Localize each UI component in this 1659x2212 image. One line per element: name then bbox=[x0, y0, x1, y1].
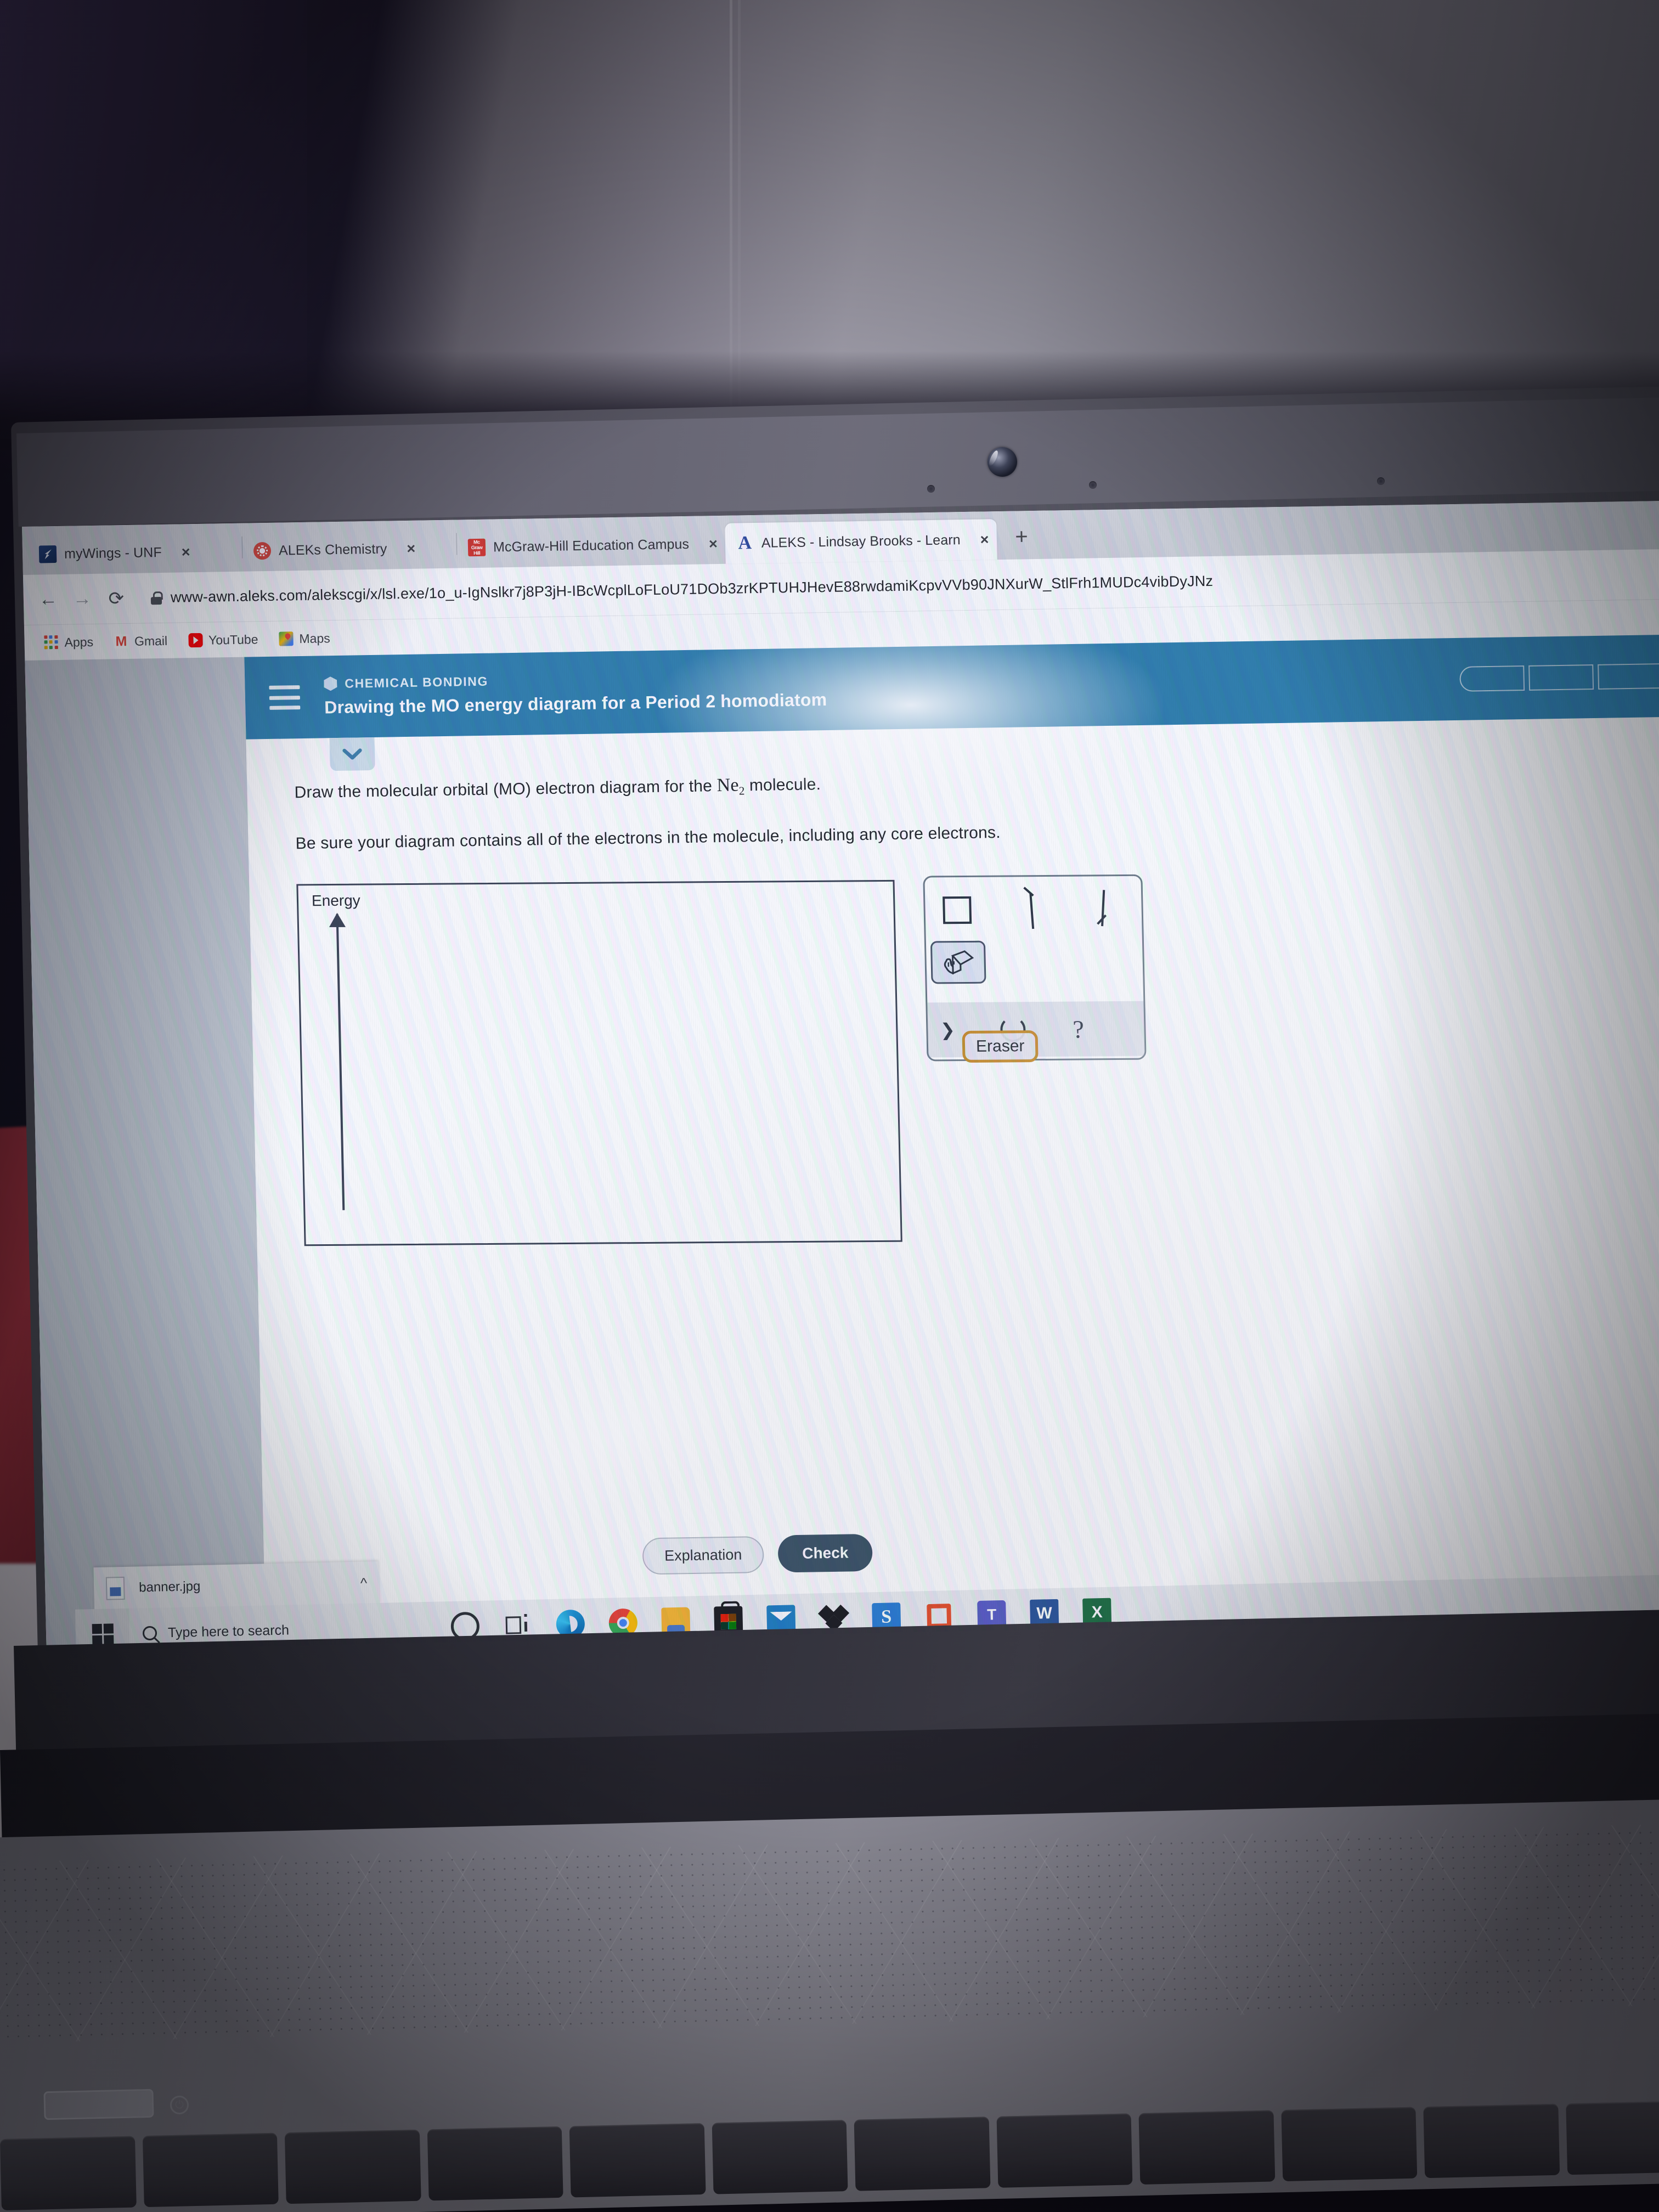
keyboard-key[interactable] bbox=[569, 2123, 706, 2198]
header-button-3[interactable] bbox=[1598, 663, 1659, 690]
up-arrow-icon bbox=[336, 913, 345, 1210]
eraser-hand-tool-button[interactable] bbox=[930, 940, 986, 984]
keyboard-key[interactable] bbox=[712, 2120, 848, 2194]
apps-grid-icon bbox=[44, 635, 59, 650]
workspace-row: Energy ❯ ? Eraser bbox=[249, 864, 1659, 1249]
bookmark-label: Gmail bbox=[134, 633, 168, 648]
keyboard-key[interactable] bbox=[996, 2113, 1133, 2188]
tab-close-icon[interactable]: × bbox=[709, 535, 718, 552]
browser-tab-aleks-learn[interactable]: A ALEKS - Lindsay Brooks - Learn × bbox=[725, 519, 997, 564]
keyboard-key[interactable] bbox=[427, 2126, 563, 2201]
question-line-2: Be sure your diagram contains all of the… bbox=[295, 823, 1001, 853]
eraser-hand-icon bbox=[944, 950, 974, 974]
molecule-subscript: 2 bbox=[738, 784, 745, 798]
download-file-name[interactable]: banner.jpg bbox=[139, 1579, 201, 1595]
speaker-grill-pattern bbox=[0, 1822, 1659, 2044]
back-button[interactable]: ← bbox=[31, 582, 65, 617]
laptop-screen: myWings - UNF × ALEKs Chemistry × Mc Graw… bbox=[22, 500, 1659, 1651]
keyboard-key[interactable] bbox=[1138, 2110, 1275, 2185]
fingerprint-reader bbox=[43, 2089, 154, 2120]
topic-eyebrow: CHEMICAL BONDING bbox=[324, 668, 827, 691]
bookmark-maps[interactable]: Maps bbox=[271, 628, 338, 648]
keyboard-key[interactable] bbox=[1280, 2107, 1418, 2182]
tab-title: McGraw-Hill Education Campus bbox=[493, 536, 690, 555]
page-left-gutter bbox=[25, 657, 266, 1651]
eraser-tooltip: Eraser bbox=[962, 1030, 1039, 1063]
youtube-icon bbox=[188, 633, 203, 648]
question-line-1: Draw the molecular orbital (MO) electron… bbox=[294, 756, 1659, 807]
search-icon bbox=[142, 1626, 157, 1641]
keyboard-key[interactable] bbox=[1565, 2100, 1659, 2175]
tab-close-icon[interactable]: × bbox=[181, 544, 190, 561]
keyboard-key[interactable] bbox=[142, 2132, 279, 2208]
bookmark-label: YouTube bbox=[208, 631, 258, 647]
browser-tab-mywings[interactable]: myWings - UNF × bbox=[27, 531, 242, 575]
bookmark-label: Maps bbox=[299, 630, 330, 646]
web-page: CHEMICAL BONDING Drawing the MO energy d… bbox=[25, 634, 1659, 1651]
drawing-tool-palette: ❯ ? Eraser bbox=[923, 874, 1147, 1063]
mo-diagram-canvas[interactable]: Energy bbox=[296, 879, 902, 1246]
gmail-icon bbox=[114, 634, 129, 649]
header-button-group bbox=[1459, 663, 1659, 692]
arrow-up-icon[interactable] bbox=[1020, 889, 1043, 930]
bookmark-label: Apps bbox=[64, 634, 94, 650]
topic-label: CHEMICAL BONDING bbox=[345, 674, 489, 691]
tab-title: myWings - UNF bbox=[64, 544, 162, 562]
google-maps-icon bbox=[279, 631, 294, 646]
photo-scene: myWings - UNF × ALEKs Chemistry × Mc Graw… bbox=[0, 0, 1659, 2212]
windows-start-icon bbox=[92, 1623, 114, 1645]
keyboard-key[interactable] bbox=[284, 2129, 421, 2204]
question-mark-icon[interactable]: ? bbox=[1073, 1014, 1085, 1043]
bookmark-gmail[interactable]: Gmail bbox=[106, 631, 176, 651]
microphone-hole bbox=[1089, 481, 1097, 489]
header-button-2[interactable] bbox=[1528, 664, 1594, 691]
molecule-formula: Ne bbox=[716, 775, 740, 796]
lock-icon bbox=[151, 591, 162, 605]
question-text-b: molecule. bbox=[744, 775, 821, 795]
chevron-right-icon[interactable]: ❯ bbox=[935, 1019, 960, 1040]
aleks-app: CHEMICAL BONDING Drawing the MO energy d… bbox=[244, 634, 1659, 1650]
new-tab-button[interactable]: + bbox=[1015, 524, 1028, 549]
bookmark-youtube[interactable]: YouTube bbox=[180, 630, 266, 650]
keyboard-key[interactable] bbox=[854, 2117, 990, 2191]
expand-panel-button[interactable] bbox=[329, 737, 375, 771]
browser-tab-mcgraw-hill[interactable]: Mc Graw Hill McGraw-Hill Education Campus … bbox=[456, 523, 725, 568]
mywings-icon bbox=[38, 545, 57, 563]
microphone-hole bbox=[1377, 477, 1385, 485]
image-file-icon bbox=[105, 1576, 125, 1600]
chevron-down-icon bbox=[342, 748, 362, 760]
tab-title: ALEKs Chemistry bbox=[278, 541, 387, 558]
hamburger-menu-icon[interactable] bbox=[269, 685, 301, 710]
page-title: Drawing the MO energy diagram for a Peri… bbox=[324, 689, 827, 717]
hexagon-bullet-icon bbox=[324, 676, 337, 691]
microphone-hole bbox=[927, 485, 935, 493]
energy-axis-label: Energy bbox=[311, 891, 361, 909]
chevron-up-icon[interactable]: ^ bbox=[360, 1575, 368, 1592]
tab-title: ALEKS - Lindsay Brooks - Learn bbox=[761, 532, 961, 551]
forward-button[interactable]: → bbox=[65, 582, 99, 616]
tab-close-icon[interactable]: × bbox=[407, 540, 415, 557]
aleks-chemistry-icon bbox=[253, 541, 272, 560]
download-shelf: banner.jpg ^ bbox=[93, 1561, 380, 1611]
palette-row-tools bbox=[924, 876, 1142, 943]
question-area: Draw the molecular orbital (MO) electron… bbox=[246, 716, 1659, 856]
keyboard-key[interactable] bbox=[0, 2136, 137, 2211]
tab-close-icon[interactable]: × bbox=[980, 531, 989, 548]
aleks-a-icon: A bbox=[738, 533, 752, 554]
bookmark-apps[interactable]: Apps bbox=[36, 632, 101, 652]
header-button-1[interactable] bbox=[1459, 665, 1525, 692]
mcgraw-hill-icon: Mc Graw Hill bbox=[467, 538, 486, 557]
arrow-down-icon[interactable] bbox=[1092, 889, 1115, 929]
browser-tab-aleks-chemistry[interactable]: ALEKs Chemistry × bbox=[242, 528, 457, 572]
square-outline-icon[interactable] bbox=[943, 896, 972, 924]
keyboard-key[interactable] bbox=[1423, 2103, 1560, 2179]
search-placeholder: Type here to search bbox=[167, 1622, 290, 1640]
reload-button[interactable]: ⟳ bbox=[99, 581, 133, 616]
question-text-a: Draw the molecular orbital (MO) electron… bbox=[294, 777, 717, 802]
url-text: www-awn.aleks.com/alekscgi/x/lsl.exe/1o_… bbox=[170, 572, 1214, 606]
